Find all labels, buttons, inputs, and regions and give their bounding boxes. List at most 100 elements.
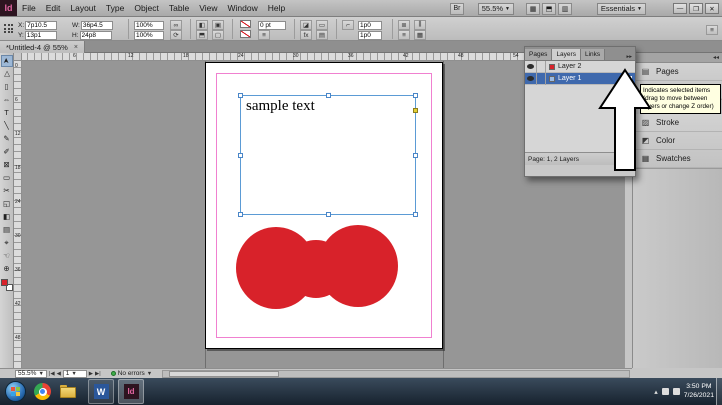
effects-icon[interactable]: fx <box>300 30 312 40</box>
corner-options-handle[interactable] <box>413 108 418 113</box>
menu-file[interactable]: File <box>17 3 41 13</box>
text-wrap-icon[interactable]: ▤ <box>316 30 328 40</box>
chrome-taskbar-icon[interactable] <box>34 383 51 400</box>
collapse-panels-icon[interactable]: ◂◂ <box>713 54 719 61</box>
pencil-tool[interactable]: ✐ <box>1 146 13 158</box>
height-field[interactable] <box>80 31 112 40</box>
menu-help[interactable]: Help <box>263 3 290 13</box>
rectangle-frame-tool[interactable]: ⊠ <box>1 159 13 171</box>
word-taskbar-button[interactable]: W <box>88 379 114 404</box>
text-wrap-none-icon[interactable]: ▭ <box>316 20 328 30</box>
free-transform-tool[interactable]: ◱ <box>1 198 13 210</box>
menu-table[interactable]: Table <box>164 3 194 13</box>
frame-handle-top-left[interactable] <box>238 93 243 98</box>
preflight-status-text[interactable]: No errors <box>118 370 145 377</box>
tab-pages[interactable]: Pages <box>525 49 552 60</box>
network-icon[interactable] <box>662 388 669 395</box>
page-tool[interactable]: ▯ <box>1 81 13 93</box>
stroke-weight-field[interactable] <box>258 21 286 30</box>
flip-vertical-icon[interactable]: ⬒ <box>196 30 208 40</box>
menu-layout[interactable]: Layout <box>65 3 101 13</box>
frame-handle-top-right[interactable] <box>413 93 418 98</box>
type-tool[interactable]: T <box>1 107 13 119</box>
frame-handle-top-center[interactable] <box>326 93 331 98</box>
eyedropper-tool[interactable]: ⌖ <box>1 237 13 249</box>
frame-handle-middle-right[interactable] <box>413 153 418 158</box>
align-center-icon[interactable]: ≡ <box>398 30 410 40</box>
zoom-percentage-box[interactable]: 55.5% ▼ <box>15 370 47 378</box>
arrange-documents-icon[interactable]: ▥ <box>558 3 572 15</box>
scale-y-field[interactable] <box>134 31 164 40</box>
zoom-tool[interactable]: ⊕ <box>1 263 13 275</box>
rotate-icon[interactable]: ⟳ <box>170 30 182 40</box>
layer-name[interactable]: Layer 1 <box>558 75 581 82</box>
fill-color-swatch[interactable] <box>1 279 8 286</box>
visibility-toggle[interactable] <box>525 73 537 85</box>
menu-window[interactable]: Window <box>223 3 263 13</box>
drop-shadow-icon[interactable]: ◪ <box>300 20 312 30</box>
horizontal-scrollbar-thumb[interactable] <box>169 371 279 377</box>
constrain-proportions-icon[interactable]: ∞ <box>170 20 182 30</box>
taskbar-clock[interactable]: 3:50 PM 7/26/2021 <box>684 383 714 400</box>
menu-edit[interactable]: Edit <box>41 3 66 13</box>
fill-none-swatch[interactable] <box>240 20 251 28</box>
frame-handle-bottom-center[interactable] <box>326 212 331 217</box>
screen-mode-icon[interactable]: ⬒ <box>542 3 556 15</box>
object-styles-icon[interactable]: ▦ <box>414 30 426 40</box>
x-position-field[interactable] <box>25 21 57 30</box>
selection-tool[interactable]: ➤ <box>1 55 13 67</box>
distribute-icon[interactable]: ⫼ <box>414 20 426 30</box>
minimize-button[interactable]: — <box>673 3 687 14</box>
scale-x-field[interactable] <box>134 21 164 30</box>
pen-tool[interactable]: ✎ <box>1 133 13 145</box>
maximize-button[interactable]: ❐ <box>689 3 703 14</box>
scissors-tool[interactable]: ✂ <box>1 185 13 197</box>
show-desktop-button[interactable] <box>716 378 722 405</box>
line-tool[interactable]: ╲ <box>1 120 13 132</box>
select-content-icon[interactable]: ▢ <box>212 30 224 40</box>
dock-collapse-bar[interactable]: ◂◂ <box>633 53 722 63</box>
frame-handle-bottom-right[interactable] <box>413 212 418 217</box>
note-tool[interactable]: ▤ <box>1 224 13 236</box>
hand-tool[interactable]: ☜ <box>1 250 13 262</box>
panel-collapse-icon[interactable]: ▸▸ <box>626 54 635 60</box>
indesign-taskbar-button[interactable]: Id <box>118 379 144 404</box>
document-page[interactable]: sample text <box>205 62 443 349</box>
bridge-icon[interactable]: Br <box>450 3 464 15</box>
align-left-icon[interactable]: ≣ <box>398 20 410 30</box>
reference-point-proxy[interactable] <box>4 24 14 34</box>
lock-toggle[interactable] <box>537 73 546 85</box>
select-container-icon[interactable]: ▣ <box>212 20 224 30</box>
stroke-type-icon[interactable]: ≡ <box>258 30 270 40</box>
red-circle-middle[interactable] <box>286 240 346 298</box>
ruler-origin[interactable] <box>14 53 22 61</box>
gradient-tool[interactable]: ◧ <box>1 211 13 223</box>
fill-stroke-controls[interactable] <box>1 279 13 291</box>
last-page-button[interactable]: ▶| <box>95 371 101 377</box>
previous-page-button[interactable]: ◀ <box>57 371 61 377</box>
document-tab[interactable]: *Untitled-4 @ 55% × <box>0 41 85 53</box>
first-page-button[interactable]: |◀ <box>49 371 55 377</box>
lock-toggle[interactable] <box>537 61 546 73</box>
zoom-level-dropdown[interactable]: 55.5% ▼ <box>478 3 514 15</box>
bridge-button[interactable]: Br <box>448 2 464 15</box>
view-options-icon[interactable]: ▦ <box>526 3 540 15</box>
direct-selection-tool[interactable]: ▷ <box>1 68 13 80</box>
explorer-taskbar-icon[interactable] <box>60 383 77 400</box>
y-position-field[interactable] <box>25 31 57 40</box>
start-button[interactable] <box>5 381 26 402</box>
flip-horizontal-icon[interactable]: ◧ <box>196 20 208 30</box>
volume-icon[interactable] <box>673 388 680 395</box>
rectangle-tool[interactable]: ▭ <box>1 172 13 184</box>
layer-name[interactable]: Layer 2 <box>558 63 581 70</box>
corner-radius-field[interactable] <box>358 21 382 30</box>
gap-field[interactable] <box>358 31 382 40</box>
menu-view[interactable]: View <box>194 3 222 13</box>
menu-type[interactable]: Type <box>101 3 129 13</box>
menu-object[interactable]: Object <box>129 3 164 13</box>
workspace-switcher[interactable]: Essentials ▼ <box>597 3 646 15</box>
close-button[interactable]: ✕ <box>705 3 719 14</box>
horizontal-scrollbar[interactable] <box>162 370 630 378</box>
text-frame-content[interactable]: sample text <box>241 96 415 115</box>
show-hidden-icons-icon[interactable]: ▴ <box>654 388 658 396</box>
